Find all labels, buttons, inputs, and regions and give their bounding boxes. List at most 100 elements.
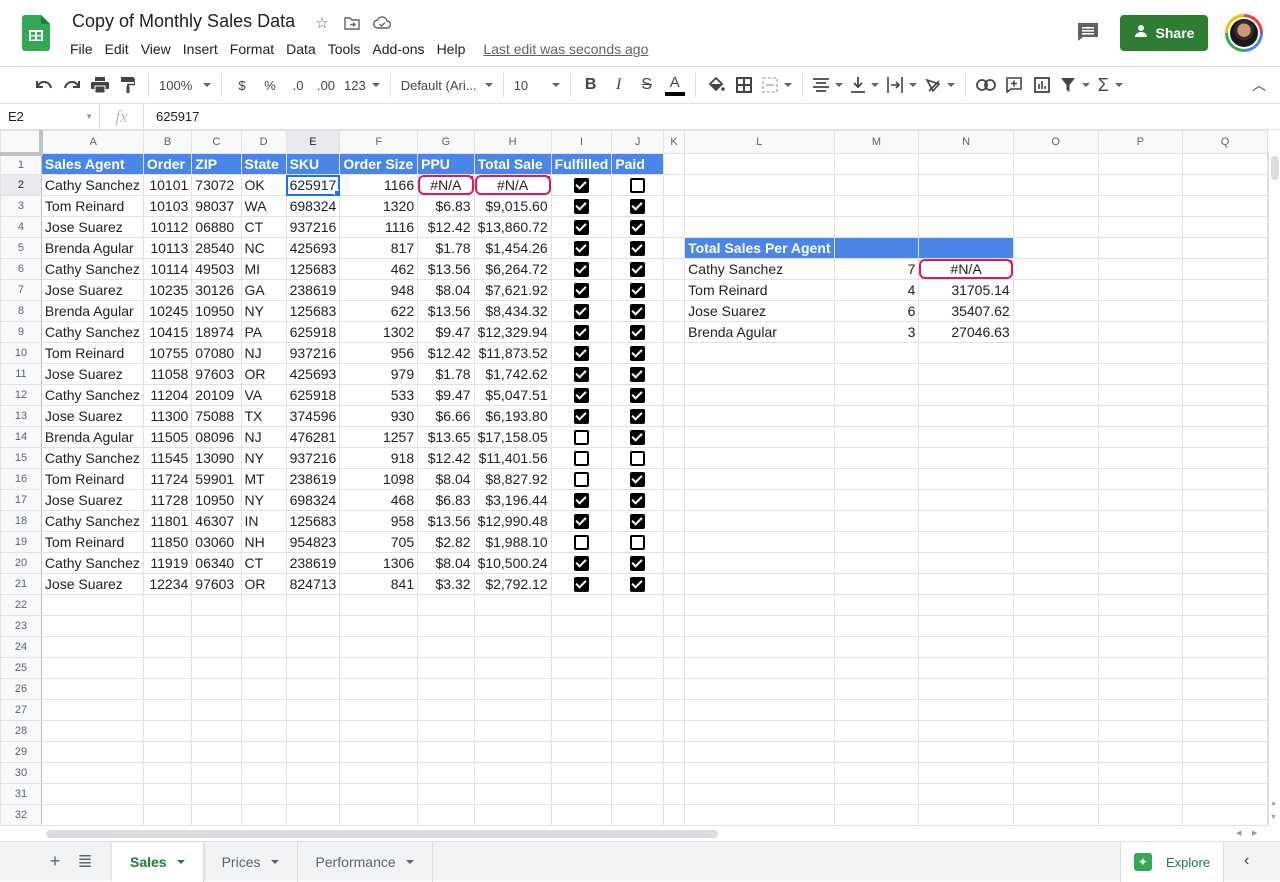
cell-g17[interactable]: $6.83: [417, 489, 475, 511]
cell-e13[interactable]: 374596: [285, 405, 341, 427]
fulfilled-checkbox[interactable]: [573, 241, 589, 257]
menu-data[interactable]: Data: [280, 40, 322, 58]
cell-k11[interactable]: [662, 363, 686, 385]
cell-d24[interactable]: [240, 636, 287, 658]
cell-a3[interactable]: Tom Reinard: [40, 195, 144, 217]
cell-e27[interactable]: [285, 699, 341, 721]
cell-e4[interactable]: 937216: [285, 216, 341, 238]
fulfilled-checkbox[interactable]: [573, 493, 589, 509]
cell-f15[interactable]: 918: [339, 447, 419, 469]
cell-d21[interactable]: OR: [240, 573, 287, 595]
cell-o28[interactable]: [1012, 720, 1099, 742]
cell-p26[interactable]: [1097, 678, 1184, 700]
cell-h26[interactable]: [473, 678, 552, 700]
last-edit-link[interactable]: Last edit was seconds ago: [483, 41, 648, 57]
cell-h16[interactable]: $8,827.92: [473, 468, 552, 490]
cell-l26[interactable]: [684, 678, 835, 700]
summary-cell[interactable]: 7: [833, 258, 920, 280]
cell-a8[interactable]: Brenda Agular: [40, 300, 144, 322]
cell-m22[interactable]: [833, 594, 920, 616]
fulfilled-checkbox[interactable]: [573, 388, 589, 404]
cell-n5[interactable]: [918, 237, 1014, 259]
side-panel-toggle-icon[interactable]: ‹: [1244, 852, 1249, 870]
cell-g28[interactable]: [417, 720, 475, 742]
summary-cell[interactable]: 31705.14: [918, 279, 1014, 301]
cell-i9[interactable]: [550, 321, 613, 343]
cell-h32[interactable]: [473, 804, 552, 826]
cell-a27[interactable]: [40, 699, 144, 721]
comments-icon[interactable]: [1077, 22, 1099, 42]
cell-a11[interactable]: Jose Suarez: [40, 363, 144, 385]
cell-b24[interactable]: [142, 636, 193, 658]
cell-q5[interactable]: [1182, 237, 1268, 259]
cell-l21[interactable]: [684, 573, 835, 595]
cell-h11[interactable]: $1,742.62: [473, 363, 552, 385]
cell-m11[interactable]: [833, 363, 920, 385]
cell-q20[interactable]: [1182, 552, 1268, 574]
row-header[interactable]: 12: [0, 384, 42, 406]
cell-a21[interactable]: Jose Suarez: [40, 573, 144, 595]
cell-o15[interactable]: [1012, 447, 1099, 469]
row-header[interactable]: 26: [0, 678, 42, 700]
cell-d7[interactable]: GA: [240, 279, 287, 301]
cell-k24[interactable]: [662, 636, 686, 658]
cell-o5[interactable]: [1012, 237, 1099, 259]
fulfilled-checkbox[interactable]: [573, 325, 589, 341]
cell-k26[interactable]: [662, 678, 686, 700]
cell-j18[interactable]: [611, 510, 664, 532]
cell-c27[interactable]: [191, 699, 242, 721]
cell-n19[interactable]: [918, 531, 1014, 553]
cell-l11[interactable]: [684, 363, 835, 385]
cell-c16[interactable]: 59901: [191, 468, 242, 490]
cell-g26[interactable]: [417, 678, 475, 700]
cell-f21[interactable]: 841: [339, 573, 419, 595]
sheet-tab-sales[interactable]: Sales: [112, 841, 204, 882]
cell-l24[interactable]: [684, 636, 835, 658]
cell-q8[interactable]: [1182, 300, 1268, 322]
cell-o27[interactable]: [1012, 699, 1099, 721]
cell-g7[interactable]: $8.04: [417, 279, 475, 301]
cell-j16[interactable]: [611, 468, 664, 490]
cell-a16[interactable]: Tom Reinard: [40, 468, 144, 490]
column-header-b[interactable]: B: [142, 130, 193, 154]
cell-i7[interactable]: [550, 279, 613, 301]
paid-checkbox[interactable]: [630, 346, 646, 362]
cell-l4[interactable]: [684, 216, 835, 238]
paid-checkbox[interactable]: [630, 472, 646, 488]
cell-o23[interactable]: [1012, 615, 1099, 637]
horizontal-align-icon[interactable]: [811, 73, 845, 97]
vertical-scrollbar[interactable]: ▲ ▼: [1268, 152, 1280, 826]
paid-checkbox[interactable]: [630, 409, 646, 425]
cell-n11[interactable]: [918, 363, 1014, 385]
fulfilled-checkbox[interactable]: [573, 199, 589, 215]
cell-m10[interactable]: [833, 342, 920, 364]
cell-o19[interactable]: [1012, 531, 1099, 553]
cell-c8[interactable]: 10950: [191, 300, 242, 322]
column-title-cell[interactable]: Fulfilled: [550, 153, 613, 175]
cell-i8[interactable]: [550, 300, 613, 322]
document-title[interactable]: Copy of Monthly Sales Data: [72, 11, 295, 32]
cell-q9[interactable]: [1182, 321, 1268, 343]
row-header[interactable]: 28: [0, 720, 42, 742]
cell-h9[interactable]: $12,329.94: [473, 321, 552, 343]
cell-m23[interactable]: [833, 615, 920, 637]
cell-l31[interactable]: [684, 783, 835, 805]
cell-q16[interactable]: [1182, 468, 1268, 490]
cell-h10[interactable]: $11,873.52: [473, 342, 552, 364]
cell-k10[interactable]: [662, 342, 686, 364]
paid-checkbox[interactable]: [630, 262, 646, 278]
cell-j7[interactable]: [611, 279, 664, 301]
cell-g12[interactable]: $9.47: [417, 384, 475, 406]
row-header[interactable]: 32: [0, 804, 42, 826]
cell-b14[interactable]: 11505: [142, 426, 193, 448]
cell-h21[interactable]: $2,792.12: [473, 573, 552, 595]
row-header[interactable]: 9: [0, 321, 42, 343]
cell-j30[interactable]: [611, 762, 664, 784]
cell-q4[interactable]: [1182, 216, 1268, 238]
undo-icon[interactable]: [32, 73, 56, 97]
cell-q14[interactable]: [1182, 426, 1268, 448]
cell-h25[interactable]: [473, 657, 552, 679]
scroll-up-icon[interactable]: ▲: [1270, 800, 1277, 807]
fulfilled-checkbox[interactable]: [573, 409, 589, 425]
cell-c20[interactable]: 06340: [191, 552, 242, 574]
